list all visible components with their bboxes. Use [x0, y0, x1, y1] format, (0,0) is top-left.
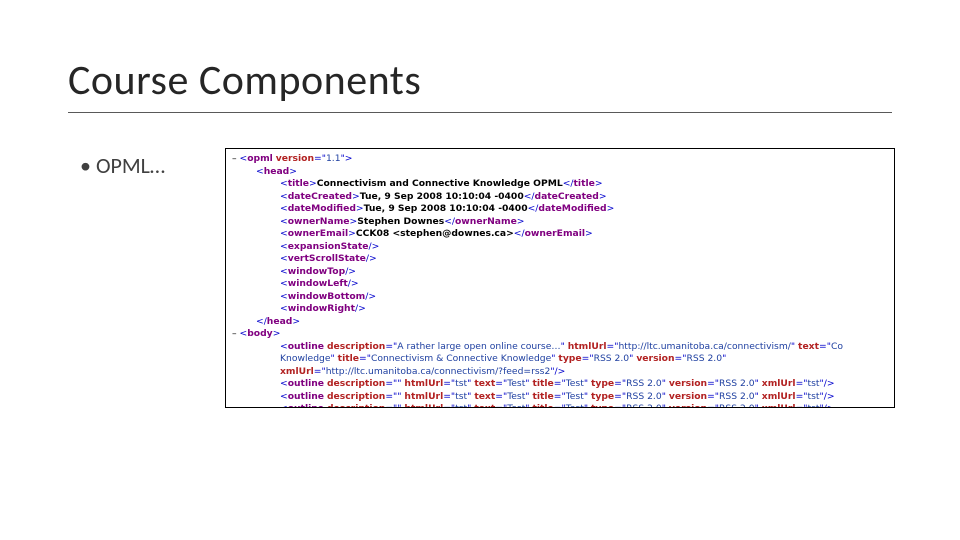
opml-code-box: – <opml version="1.1"> <head> <title>Con…: [225, 148, 895, 408]
slide-title: Course Components: [68, 55, 421, 106]
outline1-title: Connectivism & Connective Knowledge: [371, 353, 551, 364]
outline-row: <outline description="" htmlUrl="tst" te…: [232, 403, 888, 408]
opml-code: – <opml version="1.1"> <head> <title>Con…: [232, 153, 888, 408]
head-title: Connectivism and Connective Knowledge OP…: [317, 178, 563, 189]
opml-version: 1.1: [326, 153, 341, 164]
owner-email-prefix: CCK08 <: [356, 228, 400, 239]
outline1-htmlurl: http://ltc.umanitoba.ca/connectivism/: [618, 341, 790, 352]
date-created: Tue, 9 Sep 2008 10:10:04 -0400: [360, 191, 524, 202]
bullet-opml: OPML…: [80, 152, 165, 179]
owner-email-suffix: >: [506, 228, 514, 239]
date-modified: Tue, 9 Sep 2008 10:10:04 -0400: [364, 203, 528, 214]
outline1-version: RSS 2.0: [686, 353, 722, 364]
slide: Course Components OPML… – <opml version=…: [0, 0, 960, 540]
outline1-type: RSS 2.0: [594, 353, 630, 364]
outline1-desc: A rather large open online course…: [397, 341, 560, 352]
outline1-xmlurl: http://ltc.umanitoba.ca/connectivism/?fe…: [326, 366, 551, 377]
owner-name: Stephen Downes: [357, 216, 444, 227]
outline-row: <outline description="" htmlUrl="tst" te…: [232, 391, 888, 404]
outline-row: <outline description="" htmlUrl="tst" te…: [232, 378, 888, 391]
title-underline: [68, 112, 892, 113]
owner-email: stephen@downes.ca: [400, 228, 506, 239]
